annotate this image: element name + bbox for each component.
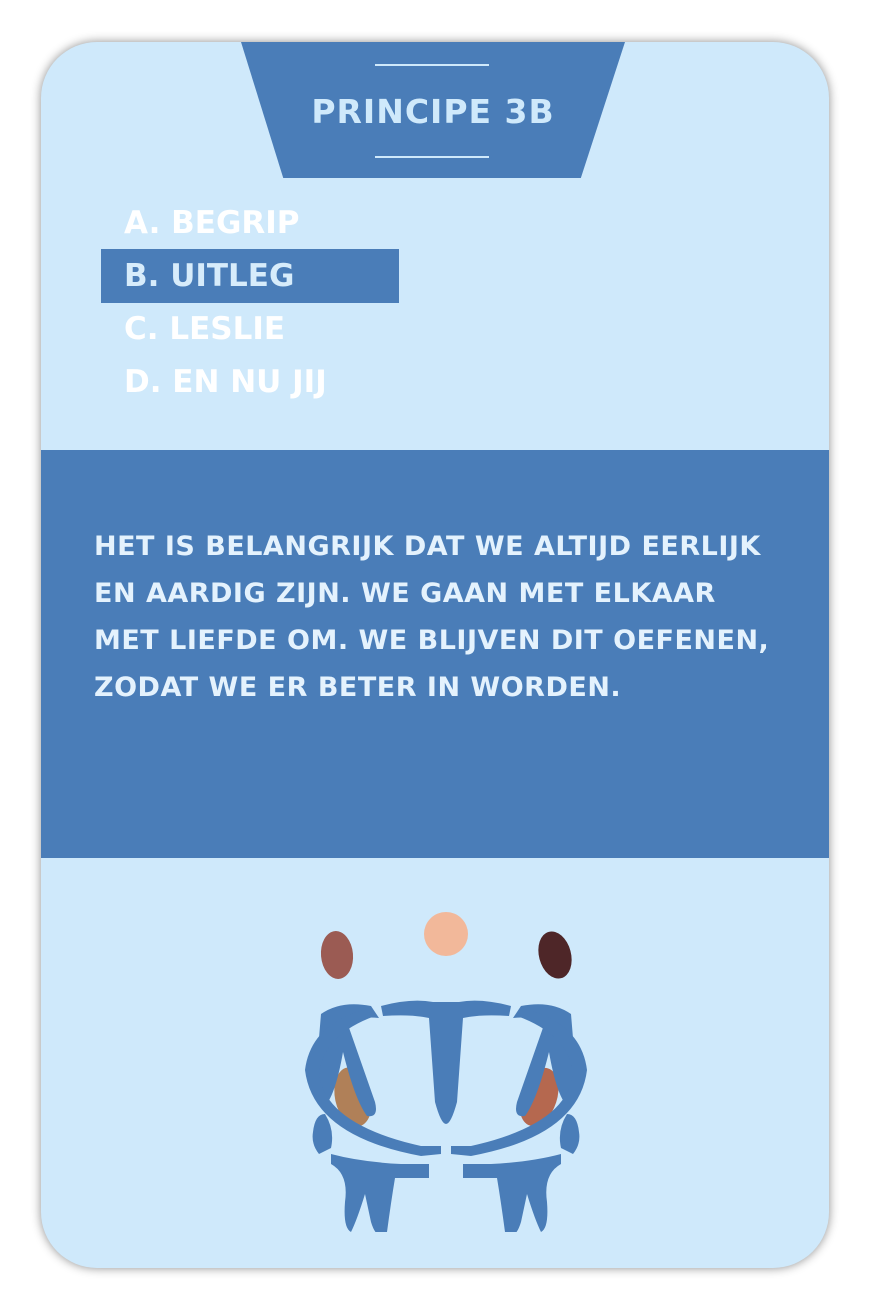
title-rule-bottom	[375, 156, 489, 158]
title-rule-top	[375, 64, 489, 66]
explanation-panel: HET IS BELANGRIJK DAT WE ALTIJD EERLIJK …	[41, 450, 829, 858]
head-right-icon	[538, 931, 572, 979]
menu-item-begrip[interactable]: A. BEGRIP	[101, 196, 399, 250]
card-title: PRINCIPE 3B	[311, 92, 555, 131]
head-top-icon	[424, 912, 468, 956]
principle-card: PRINCIPE 3B A. BEGRIP B. UITLEG C. LESLI…	[41, 42, 829, 1268]
menu-item-en-nu-jij[interactable]: D. EN NU JIJ	[101, 355, 399, 409]
people-circle-icon	[305, 912, 587, 1232]
explanation-text: HET IS BELANGRIJK DAT WE ALTIJD EERLIJK …	[94, 531, 770, 703]
menu-item-uitleg[interactable]: B. UITLEG	[101, 249, 399, 303]
menu-item-leslie[interactable]: C. LESLIE	[101, 302, 399, 356]
head-left-icon	[320, 931, 354, 979]
